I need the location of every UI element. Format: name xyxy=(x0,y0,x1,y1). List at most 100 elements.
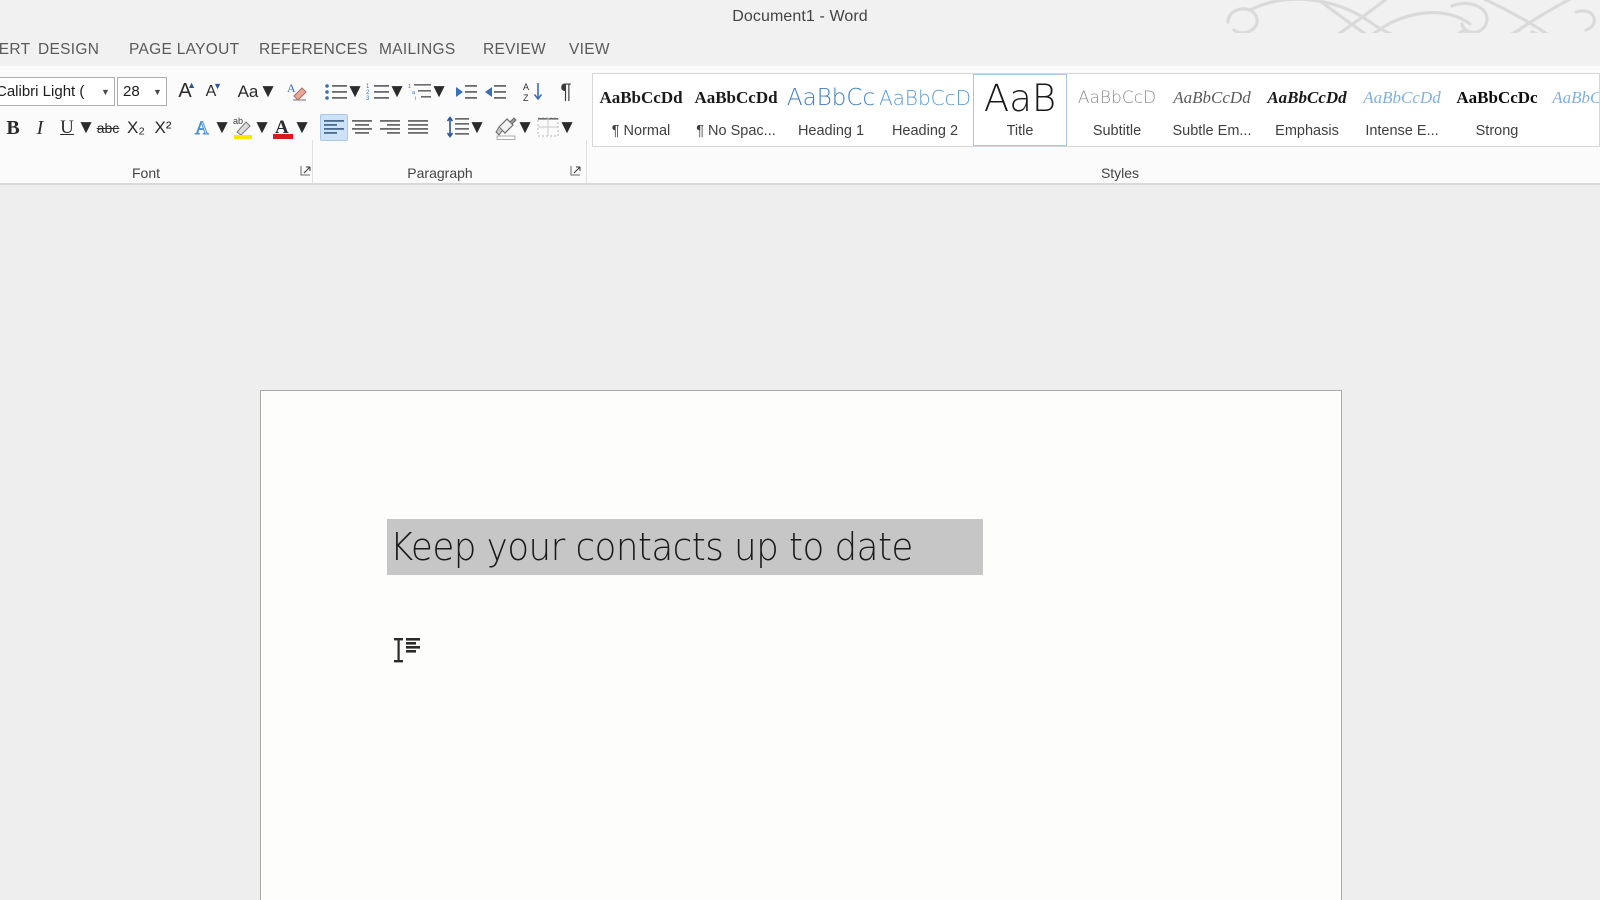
grow-font-button[interactable]: A ▲ xyxy=(172,77,198,106)
shading-chevron-down-icon[interactable]: ▼ xyxy=(516,114,535,142)
paragraph-dialog-launcher[interactable] xyxy=(570,165,582,177)
clear-formatting-button[interactable]: A xyxy=(284,76,310,106)
show-formatting-marks-button[interactable]: ¶ xyxy=(553,78,579,106)
bullets-icon xyxy=(325,84,347,100)
window-title: Document1 - Word xyxy=(732,8,868,25)
document-title-selection[interactable]: Keep your contacts up to date xyxy=(387,519,983,575)
style-preview: AaBbCcDd xyxy=(694,88,778,107)
style-item-overflow[interactable]: AaBbCcDd xyxy=(1545,74,1599,146)
increase-indent-icon xyxy=(485,85,506,99)
italic-button[interactable]: I xyxy=(27,114,53,142)
align-center-button[interactable] xyxy=(348,114,376,141)
svg-text:A: A xyxy=(523,82,529,92)
chevron-down-icon[interactable]: ▼ xyxy=(149,87,166,97)
align-right-icon xyxy=(380,119,400,134)
style-preview: AaBbCcDd xyxy=(1173,88,1251,107)
title-bar: Document1 - Word xyxy=(0,0,1600,33)
style-name: Intense E... xyxy=(1365,123,1439,139)
up-arrow-icon: ▲ xyxy=(187,80,196,90)
tab-page-layout[interactable]: PAGE LAYOUT xyxy=(129,33,239,66)
style-name: Strong xyxy=(1475,123,1519,139)
style-item-no-spacing[interactable]: AaBbCcDd ¶ No Spac... xyxy=(689,74,783,146)
style-item-emphasis[interactable]: AaBbCcDd Emphasis xyxy=(1261,74,1353,146)
style-preview: AaBbCcDd xyxy=(599,88,683,107)
dialog-launcher-icon xyxy=(570,166,581,176)
style-item-normal[interactable]: AaBbCcDd ¶ Normal xyxy=(595,74,687,146)
document-title-text: Keep your contacts up to date xyxy=(389,525,914,569)
highlight-icon: ab xyxy=(233,116,252,139)
style-preview: AaBbCcDd xyxy=(1552,88,1599,107)
ribbon: Calibri Light ( ▼ 28 ▼ A ▲ A ▼ Aa ▼ A B … xyxy=(0,66,1600,236)
tab-design[interactable]: DESIGN xyxy=(38,33,99,66)
style-item-heading-1[interactable]: AaBbCc Heading 1 xyxy=(785,74,877,146)
tab-review[interactable]: REVIEW xyxy=(483,33,546,66)
svg-text:i: i xyxy=(415,96,416,102)
svg-text:ab: ab xyxy=(233,116,243,126)
superscript-button[interactable]: X² xyxy=(150,114,176,142)
align-left-icon xyxy=(324,119,344,134)
clear-formatting-icon: A xyxy=(287,81,307,101)
style-name: Title xyxy=(1006,123,1034,139)
shrink-font-button[interactable]: A ▼ xyxy=(198,77,224,106)
svg-text:Z: Z xyxy=(523,93,529,103)
style-name: Heading 2 xyxy=(891,123,959,139)
style-name: ¶ Normal xyxy=(611,123,671,139)
font-color-chevron-down-icon[interactable]: ▼ xyxy=(293,114,312,142)
increase-indent-button[interactable] xyxy=(481,78,509,106)
decrease-indent-button[interactable] xyxy=(452,78,480,106)
svg-text:1: 1 xyxy=(408,84,411,90)
tab-mailings[interactable]: MAILINGS xyxy=(379,33,455,66)
line-spacing-chevron-down-icon[interactable]: ▼ xyxy=(468,114,487,142)
style-name: Subtitle xyxy=(1092,123,1142,139)
strikethrough-button[interactable]: abc xyxy=(95,114,121,142)
bold-button[interactable]: B xyxy=(0,114,26,142)
multilevel-chevron-down-icon[interactable]: ▼ xyxy=(430,78,449,106)
style-name: Subtle Em... xyxy=(1172,123,1252,139)
font-color-icon: A xyxy=(273,117,293,139)
style-item-strong[interactable]: AaBbCcDc Strong xyxy=(1451,74,1543,146)
style-item-intense-emphasis[interactable]: AaBbCcDd Intense E... xyxy=(1355,74,1449,146)
borders-chevron-down-icon[interactable]: ▼ xyxy=(558,114,577,142)
svg-text:A: A xyxy=(287,81,296,95)
font-size-combo[interactable]: 28 ▼ xyxy=(117,77,167,106)
style-preview: AaB xyxy=(983,76,1057,120)
bullets-chevron-down-icon[interactable]: ▼ xyxy=(346,78,365,106)
sort-icon: A Z xyxy=(523,82,543,103)
align-center-icon xyxy=(352,119,372,134)
style-preview: AaBbCcD xyxy=(880,86,970,110)
font-dialog-launcher[interactable] xyxy=(300,165,312,177)
tab-insert[interactable]: INSERT xyxy=(0,33,30,66)
subscript-button[interactable]: X₂ xyxy=(123,114,149,142)
style-item-subtitle[interactable]: AaBbCcD Subtitle xyxy=(1071,74,1163,146)
multilevel-list-icon: 1 a i xyxy=(408,84,431,102)
down-arrow-icon: ▼ xyxy=(213,81,222,91)
chevron-down-icon[interactable]: ▼ xyxy=(97,87,114,97)
text-effects-chevron-down-icon[interactable]: ▼ xyxy=(213,114,232,142)
sort-button[interactable]: A Z xyxy=(519,78,547,106)
style-item-heading-2[interactable]: AaBbCcD Heading 2 xyxy=(879,74,971,146)
change-case-chevron-down-icon[interactable]: ▼ xyxy=(259,77,278,106)
font-name-combo[interactable]: Calibri Light ( ▼ xyxy=(0,77,115,106)
justify-icon xyxy=(408,119,428,134)
underline-chevron-down-icon[interactable]: ▼ xyxy=(77,114,96,142)
tab-references[interactable]: REFERENCES xyxy=(259,33,368,66)
group-label-font: Font xyxy=(131,165,160,181)
highlight-chevron-down-icon[interactable]: ▼ xyxy=(253,114,272,142)
style-item-subtle-emphasis[interactable]: AaBbCcDd Subtle Em... xyxy=(1165,74,1259,146)
style-name: Heading 1 xyxy=(797,123,865,139)
align-left-button[interactable] xyxy=(320,114,348,141)
group-label-paragraph: Paragraph xyxy=(407,165,473,181)
tab-view[interactable]: VIEW xyxy=(569,33,610,66)
svg-text:3: 3 xyxy=(366,96,370,102)
style-item-title[interactable]: AaB Title xyxy=(973,74,1067,146)
document-page[interactable]: Keep your contacts up to date xyxy=(260,390,1342,900)
text-effects-icon: A xyxy=(195,118,210,139)
numbering-chevron-down-icon[interactable]: ▼ xyxy=(388,78,407,106)
styles-gallery[interactable]: AaBbCcDd ¶ Normal AaBbCcDd ¶ No Spac... … xyxy=(592,73,1600,147)
group-label-styles: Styles xyxy=(1100,165,1140,181)
svg-text:A: A xyxy=(195,118,209,138)
justify-button[interactable] xyxy=(404,114,432,141)
align-right-button[interactable] xyxy=(376,114,404,141)
font-name-value: Calibri Light ( xyxy=(0,83,85,100)
dialog-launcher-icon xyxy=(300,166,311,176)
